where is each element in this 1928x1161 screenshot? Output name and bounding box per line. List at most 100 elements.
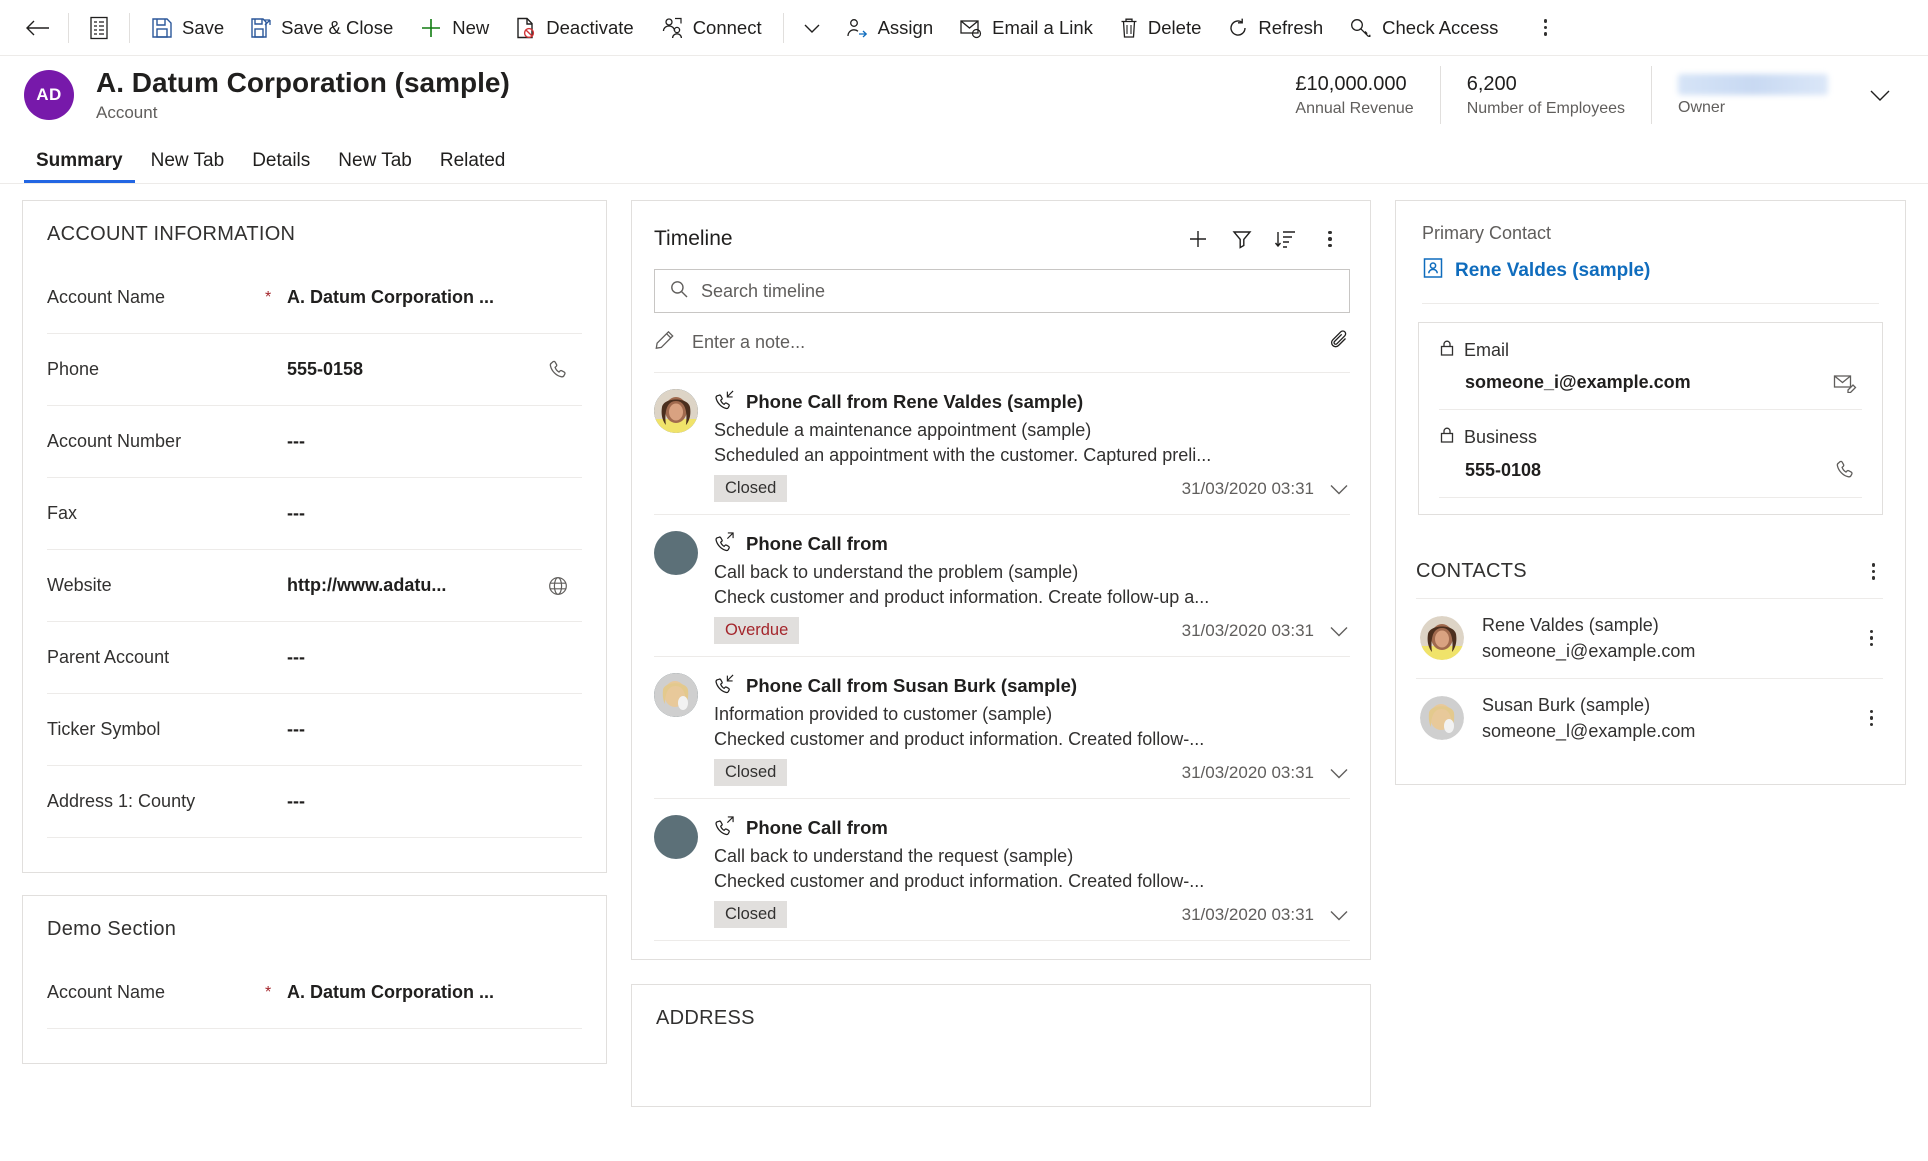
back-arrow-icon[interactable] (14, 7, 60, 49)
chevron-down-icon[interactable] (1328, 908, 1350, 922)
chevron-down-icon[interactable] (1328, 624, 1350, 638)
tab-new-tab-1[interactable]: New Tab (137, 150, 239, 183)
email-link-icon (959, 17, 983, 39)
delete-button[interactable]: Delete (1106, 7, 1214, 49)
header-stat-owner[interactable]: Owner (1651, 66, 1854, 124)
refresh-button[interactable]: Refresh (1214, 7, 1336, 49)
email-a-link-button[interactable]: Email a Link (946, 7, 1106, 49)
assign-label: Assign (877, 16, 934, 38)
contacts-header: CONTACTS (1396, 537, 1905, 584)
field-label: Business (1464, 427, 1538, 447)
contact-email: someone_i@example.com (1482, 640, 1696, 661)
form-list-icon[interactable] (77, 7, 121, 49)
tab-strip: Summary New Tab Details New Tab Related (0, 134, 1928, 184)
tab-new-tab-2[interactable]: New Tab (324, 150, 426, 183)
field-label: Parent Account (47, 647, 170, 667)
field-label: Phone (47, 359, 100, 379)
header-stat-number-of-employees[interactable]: 6,200 Number of Employees (1439, 66, 1651, 124)
filter-icon[interactable] (1222, 221, 1262, 257)
command-bar: Save Save & Close New Deactivate Connect… (0, 0, 1928, 56)
deactivate-button[interactable]: Deactivate (502, 7, 646, 49)
save-close-icon (250, 17, 272, 39)
field-row-website[interactable]: Website http://www.adatu... (47, 550, 582, 622)
field-label: Website (47, 575, 112, 595)
entity-type-label: Account (96, 102, 158, 122)
timeline-item[interactable]: Phone Call from Rene Valdes (sample) Sch… (654, 373, 1350, 515)
chevron-down-icon[interactable] (792, 7, 832, 49)
timeline-item[interactable]: Phone Call from Call back to understand … (654, 799, 1350, 941)
tab-details[interactable]: Details (238, 150, 324, 183)
timeline-item[interactable]: Phone Call from Call back to understand … (654, 515, 1350, 657)
phone-icon[interactable] (1828, 459, 1862, 481)
field-value: --- (287, 719, 305, 739)
timeline-search[interactable] (654, 269, 1350, 313)
tab-summary[interactable]: Summary (22, 150, 137, 183)
primary-contact-business-phone-field[interactable]: Business 555-0108 (1419, 410, 1882, 498)
email-icon[interactable] (1828, 373, 1862, 393)
divider (1422, 303, 1879, 304)
new-button[interactable]: New (406, 7, 502, 49)
form-body: ACCOUNT INFORMATION Account Name * A. Da… (0, 184, 1928, 1161)
more-vertical-icon[interactable] (1310, 221, 1350, 257)
connect-button[interactable]: Connect (647, 7, 775, 49)
paperclip-icon[interactable] (1330, 329, 1350, 356)
field-value-row: someone_i@example.com (1439, 362, 1862, 410)
header-stat-annual-revenue[interactable]: £10,000.000 Annual Revenue (1269, 66, 1439, 124)
primary-contact-email-field[interactable]: Email someone_i@example.com (1419, 323, 1882, 410)
more-vertical-icon[interactable] (1864, 559, 1884, 584)
list-item[interactable]: Susan Burk (sample) someone_l@example.co… (1416, 677, 1884, 758)
tab-related[interactable]: Related (426, 150, 520, 183)
required-asterisk: * (265, 288, 272, 306)
contacts-title: CONTACTS (1416, 559, 1527, 582)
field-row-ticker-symbol[interactable]: Ticker Symbol --- (47, 694, 582, 766)
timeline-note-row[interactable] (654, 313, 1350, 373)
save-label: Save (182, 16, 225, 38)
deactivate-label: Deactivate (546, 16, 634, 38)
primary-contact-card: Primary Contact Rene Valdes (sample) Ema… (1395, 200, 1906, 785)
timeline-item-header: Phone Call from (714, 531, 1350, 557)
sort-icon[interactable] (1266, 221, 1306, 257)
title-block: A. Datum Corporation (sample) Account (96, 67, 510, 122)
timestamp: 31/03/2020 03:31 (1181, 478, 1314, 498)
field-label-row: Business (1439, 426, 1862, 449)
save-and-close-button[interactable]: Save & Close (237, 7, 406, 49)
more-vertical-icon[interactable] (1860, 709, 1884, 727)
assign-button[interactable]: Assign (832, 7, 947, 49)
primary-contact-link[interactable]: Rene Valdes (sample) (1396, 244, 1905, 303)
timeline-item-description: Scheduled an appointment with the custom… (714, 445, 1212, 465)
more-vertical-icon[interactable] (1525, 7, 1565, 49)
chevron-down-icon[interactable] (1854, 66, 1906, 124)
timeline-item-title: Phone Call from Susan Burk (sample) (746, 675, 1078, 696)
timeline-item-description: Checked customer and product information… (714, 729, 1205, 749)
field-row-phone[interactable]: Phone 555-0158 (47, 334, 582, 406)
field-row-account-name[interactable]: Account Name * A. Datum Corporation ... (47, 262, 582, 334)
more-vertical-icon[interactable] (1860, 629, 1884, 647)
field-row-account-number[interactable]: Account Number --- (47, 406, 582, 478)
right-column: Primary Contact Rene Valdes (sample) Ema… (1395, 200, 1906, 1161)
field-value: 555-0158 (287, 359, 364, 379)
save-button[interactable]: Save (138, 7, 237, 49)
divider (782, 12, 784, 43)
timeline-item-header: Phone Call from Rene Valdes (sample) (714, 389, 1350, 415)
field-row-parent-account[interactable]: Parent Account --- (47, 622, 582, 694)
timeline-item-description: Checked customer and product information… (714, 871, 1205, 891)
timeline-item-title: Phone Call from (746, 817, 888, 838)
chevron-down-icon[interactable] (1328, 482, 1350, 496)
note-input[interactable] (692, 332, 1314, 353)
avatar (1420, 616, 1464, 660)
list-item[interactable]: Rene Valdes (sample) someone_i@example.c… (1416, 597, 1884, 678)
check-access-button[interactable]: Check Access (1336, 7, 1511, 49)
field-row-demo-account-name[interactable]: Account Name * A. Datum Corporation ... (47, 957, 582, 1029)
field-row-address-1-county[interactable]: Address 1: County --- (47, 766, 582, 838)
address-card: ADDRESS (631, 984, 1371, 1107)
chevron-down-icon[interactable] (1328, 766, 1350, 780)
globe-icon[interactable] (538, 575, 578, 597)
field-row-fax[interactable]: Fax --- (47, 478, 582, 550)
field-value: someone_i@example.com (1465, 372, 1691, 392)
search-input[interactable] (701, 280, 1335, 302)
phone-icon[interactable] (538, 359, 578, 381)
field-label: Account Number (47, 431, 182, 451)
timeline-item[interactable]: Phone Call from Susan Burk (sample) Info… (654, 657, 1350, 799)
plus-icon[interactable] (1178, 221, 1218, 257)
timeline-card: Timeline Search timeline Enter a note...… (631, 200, 1371, 960)
